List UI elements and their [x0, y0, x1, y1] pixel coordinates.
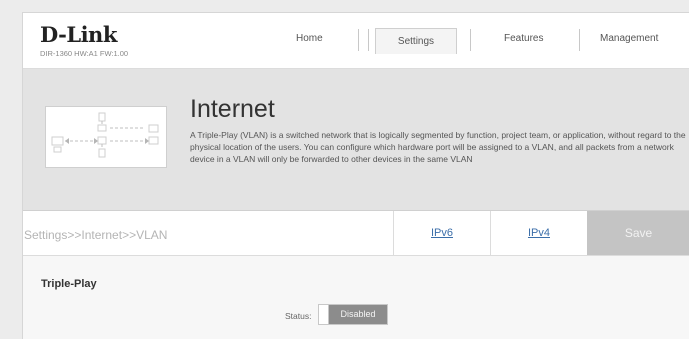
device-model-info: DIR-1360 HW:A1 FW:1.00	[40, 49, 129, 58]
page-description: A Triple-Play (VLAN) is a switched netwo…	[190, 130, 686, 165]
toggle-state-text: Disabled	[329, 305, 387, 324]
save-button[interactable]: Save	[587, 211, 689, 255]
section-title: Triple-Play	[41, 278, 97, 290]
page-title: Internet	[190, 95, 275, 123]
nav-settings[interactable]: Settings	[375, 28, 457, 54]
nav-divider	[368, 29, 369, 51]
nav-home[interactable]: Home	[296, 33, 323, 44]
ipv4-link[interactable]: IPv4	[490, 211, 587, 255]
router-admin-page: D-Link DIR-1360 HW:A1 FW:1.00 Home Setti…	[22, 12, 689, 339]
top-navigation-bar: D-Link DIR-1360 HW:A1 FW:1.00 Home Setti…	[23, 13, 689, 69]
network-topology-icon	[45, 106, 167, 168]
nav-divider	[358, 29, 359, 51]
nav-divider	[579, 29, 580, 51]
brand-logo: D-Link	[40, 22, 117, 47]
nav-divider	[470, 29, 471, 51]
page-header-banner: Internet A Triple-Play (VLAN) is a switc…	[23, 69, 689, 211]
status-toggle[interactable]: Disabled	[318, 304, 388, 325]
action-bar: Settings>>Internet>>VLAN IPv6 IPv4 Save	[23, 211, 689, 256]
nav-features[interactable]: Features	[504, 33, 543, 44]
status-label: Status:	[285, 311, 312, 321]
nav-management[interactable]: Management	[600, 33, 658, 44]
ipv6-link[interactable]: IPv6	[393, 211, 490, 255]
toggle-knob	[319, 305, 329, 324]
breadcrumb: Settings>>Internet>>VLAN	[24, 228, 168, 242]
